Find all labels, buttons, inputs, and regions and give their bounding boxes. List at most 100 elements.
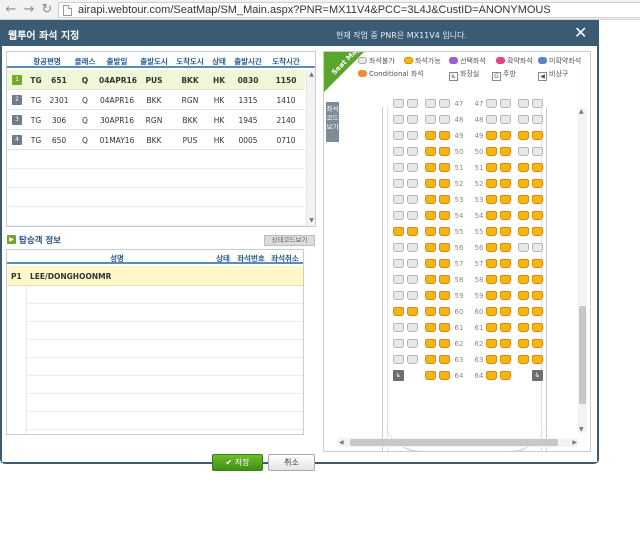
available-seat[interactable] [425, 227, 436, 236]
scroll-up-icon[interactable]: ▲ [579, 108, 584, 115]
available-seat[interactable] [425, 131, 436, 140]
cancel-button[interactable]: 취소 [268, 454, 315, 471]
available-seat[interactable] [500, 275, 511, 284]
available-seat[interactable] [532, 195, 543, 204]
available-seat[interactable] [500, 307, 511, 316]
available-seat[interactable] [439, 371, 450, 380]
available-seat[interactable] [425, 371, 436, 380]
available-seat[interactable] [425, 179, 436, 188]
available-seat[interactable] [425, 211, 436, 220]
available-seat[interactable] [439, 291, 450, 300]
available-seat[interactable] [486, 195, 497, 204]
available-seat[interactable] [425, 339, 436, 348]
available-seat[interactable] [486, 179, 497, 188]
available-seat[interactable] [518, 163, 529, 172]
available-seat[interactable] [532, 339, 543, 348]
available-seat[interactable] [393, 227, 404, 236]
available-seat[interactable] [439, 131, 450, 140]
available-seat[interactable] [486, 355, 497, 364]
available-seat[interactable] [532, 179, 543, 188]
scroll-right-icon[interactable]: ▶ [572, 439, 577, 446]
available-seat[interactable] [518, 259, 529, 268]
scroll-down-icon[interactable]: ▼ [579, 426, 584, 433]
available-seat[interactable] [425, 275, 436, 284]
flight-row[interactable]: 2 TG 2301 Q 04APR16 BKK RGN HK 1315 1410 [7, 90, 305, 110]
available-seat[interactable] [486, 147, 497, 156]
available-seat[interactable] [532, 323, 543, 332]
available-seat[interactable] [486, 131, 497, 140]
available-seat[interactable] [532, 259, 543, 268]
available-seat[interactable] [425, 323, 436, 332]
available-seat[interactable] [486, 211, 497, 220]
available-seat[interactable] [500, 371, 511, 380]
available-seat[interactable] [439, 195, 450, 204]
available-seat[interactable] [407, 227, 418, 236]
passenger-row[interactable]: P1 LEE/DONGHOONMR [7, 266, 303, 286]
available-seat[interactable] [518, 195, 529, 204]
available-seat[interactable] [500, 131, 511, 140]
available-seat[interactable] [500, 339, 511, 348]
available-seat[interactable] [532, 355, 543, 364]
reload-icon[interactable]: ↻ [40, 3, 54, 17]
available-seat[interactable] [425, 195, 436, 204]
flight-row[interactable]: 3 TG 306 Q 30APR16 RGN BKK HK 1945 2140 [7, 110, 305, 130]
available-seat[interactable] [407, 307, 418, 316]
close-icon[interactable]: ✕ [574, 23, 587, 42]
available-seat[interactable] [532, 227, 543, 236]
save-button[interactable]: ✔ 저장 [212, 454, 263, 471]
scroll-thumb[interactable] [350, 439, 558, 446]
scroll-left-icon[interactable]: ◀ [339, 439, 344, 446]
available-seat[interactable] [486, 291, 497, 300]
available-seat[interactable] [425, 307, 436, 316]
scroll-up-icon[interactable]: ▲ [308, 71, 315, 79]
flight-table-scrollbar[interactable]: ▲ ▼ [306, 70, 315, 226]
available-seat[interactable] [500, 259, 511, 268]
available-seat[interactable] [425, 243, 436, 252]
seat-code-view-tab[interactable]: 좌석 코드 보기 [326, 102, 339, 142]
available-seat[interactable] [500, 355, 511, 364]
available-seat[interactable] [500, 211, 511, 220]
available-seat[interactable] [425, 291, 436, 300]
available-seat[interactable] [439, 147, 450, 156]
available-seat[interactable] [425, 259, 436, 268]
available-seat[interactable] [518, 131, 529, 140]
address-bar[interactable]: airapi.webtour.com/SeatMap/SM_Main.aspx?… [58, 2, 640, 18]
available-seat[interactable] [439, 211, 450, 220]
available-seat[interactable] [500, 291, 511, 300]
available-seat[interactable] [486, 323, 497, 332]
scroll-thumb[interactable] [579, 306, 586, 404]
available-seat[interactable] [425, 355, 436, 364]
available-seat[interactable] [532, 307, 543, 316]
available-seat[interactable] [500, 179, 511, 188]
available-seat[interactable] [439, 323, 450, 332]
available-seat[interactable] [500, 243, 511, 252]
available-seat[interactable] [518, 291, 529, 300]
available-seat[interactable] [425, 163, 436, 172]
available-seat[interactable] [518, 179, 529, 188]
available-seat[interactable] [425, 147, 436, 156]
available-seat[interactable] [500, 163, 511, 172]
available-seat[interactable] [486, 243, 497, 252]
available-seat[interactable] [518, 227, 529, 236]
status-code-view-button[interactable]: 상태코드보기 [264, 235, 315, 246]
available-seat[interactable] [439, 275, 450, 284]
available-seat[interactable] [518, 355, 529, 364]
available-seat[interactable] [500, 227, 511, 236]
available-seat[interactable] [393, 307, 404, 316]
available-seat[interactable] [439, 339, 450, 348]
back-arrow-icon[interactable]: ← [4, 3, 18, 17]
available-seat[interactable] [532, 275, 543, 284]
available-seat[interactable] [439, 355, 450, 364]
available-seat[interactable] [439, 179, 450, 188]
available-seat[interactable] [518, 275, 529, 284]
available-seat[interactable] [439, 163, 450, 172]
available-seat[interactable] [518, 339, 529, 348]
available-seat[interactable] [532, 131, 543, 140]
available-seat[interactable] [486, 227, 497, 236]
available-seat[interactable] [486, 339, 497, 348]
seat-map-horizontal-scrollbar[interactable]: ◀ ▶ [338, 438, 578, 447]
forward-arrow-icon[interactable]: → [22, 3, 36, 17]
available-seat[interactable] [518, 323, 529, 332]
available-seat[interactable] [486, 275, 497, 284]
available-seat[interactable] [439, 243, 450, 252]
